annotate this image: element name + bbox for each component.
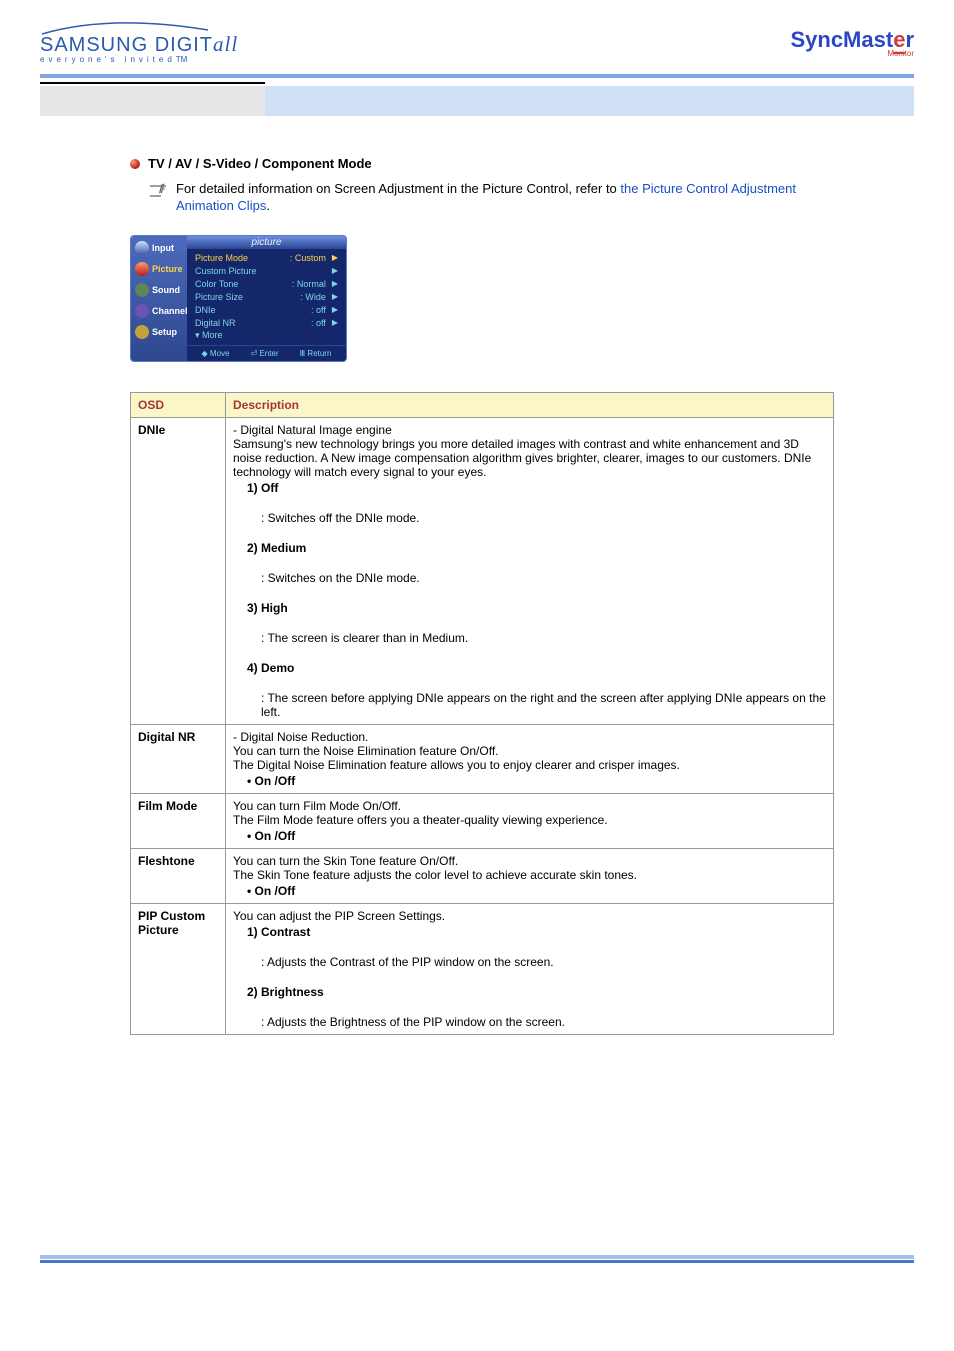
section-title: TV / AV / S-Video / Component Mode — [148, 156, 372, 171]
cell-desc: You can turn the Skin Tone feature On/Of… — [226, 848, 834, 903]
cell-osd: Digital NR — [131, 724, 226, 793]
osd-side-nav: Input Picture Sound Channel Setup — [131, 236, 187, 361]
brand-logo-right: SyncMaster Monitor — [790, 27, 914, 58]
cell-osd: Fleshtone — [131, 848, 226, 903]
osd-title: picture — [187, 236, 346, 249]
osd-item: ▾ More — [193, 330, 340, 342]
th-osd: OSD — [131, 392, 226, 417]
osd-main: picture Picture Mode: Custom▶Custom Pict… — [187, 236, 346, 361]
osd-foot-move: ◆ Move — [202, 349, 230, 358]
table-row: DNIe- Digital Natural Image engineSamsun… — [131, 417, 834, 724]
osd-foot-return: Ⅲ Return — [300, 349, 332, 358]
table-row: PIP Custom PictureYou can adjust the PIP… — [131, 903, 834, 1034]
osd-item: Custom Picture▶ — [193, 265, 340, 277]
osd-item: Picture Mode: Custom▶ — [193, 252, 340, 264]
footer-divider — [40, 1255, 914, 1263]
cell-desc: - Digital Noise Reduction.You can turn t… — [226, 724, 834, 793]
cell-desc: - Digital Natural Image engineSamsung's … — [226, 417, 834, 724]
section-title-row: TV / AV / S-Video / Component Mode — [130, 156, 834, 171]
table-head-row: OSD Description — [131, 392, 834, 417]
header: SAMSUNG DIGITall everyone's invitedTM Sy… — [0, 0, 954, 74]
brand-swoosh-icon — [40, 20, 210, 36]
brand-logo-left: SAMSUNG DIGITall everyone's invitedTM — [40, 20, 238, 64]
osd-item: DNIe: off▶ — [193, 304, 340, 316]
osd-nav-setup: Setup — [133, 324, 185, 340]
osd-nav-sound: Sound — [133, 282, 185, 298]
subhead-bar — [40, 86, 914, 116]
subhead-blue — [265, 86, 914, 116]
osd-footer: ◆ Move ⏎ Enter Ⅲ Return — [187, 345, 346, 361]
info-text: For detailed information on Screen Adjus… — [176, 181, 834, 215]
osd-item: Digital NR: off▶ — [193, 317, 340, 329]
osd-item: Picture Size: Wide▶ — [193, 291, 340, 303]
osd-foot-enter: ⏎ Enter — [251, 349, 279, 358]
subhead-grey — [40, 86, 265, 116]
header-divider — [40, 74, 914, 78]
bullet-icon — [130, 159, 140, 169]
osd-screenshot: Input Picture Sound Channel Setup pictur… — [130, 235, 347, 362]
osd-nav-channel: Channel — [133, 303, 185, 319]
page: SAMSUNG DIGITall everyone's invitedTM Sy… — [0, 0, 954, 1263]
cell-desc: You can turn Film Mode On/Off.The Film M… — [226, 793, 834, 848]
th-desc: Description — [226, 392, 834, 417]
osd-nav-input: Input — [133, 240, 185, 256]
cell-osd: DNIe — [131, 417, 226, 724]
description-table: OSD Description DNIe- Digital Natural Im… — [130, 392, 834, 1035]
cell-osd: Film Mode — [131, 793, 226, 848]
table-row: Digital NR- Digital Noise Reduction.You … — [131, 724, 834, 793]
osd-nav-picture: Picture — [133, 261, 185, 277]
header-underline — [40, 82, 265, 84]
table-row: Film ModeYou can turn Film Mode On/Off.T… — [131, 793, 834, 848]
note-icon — [148, 181, 168, 215]
content: TV / AV / S-Video / Component Mode For d… — [0, 116, 954, 1075]
cell-desc: You can adjust the PIP Screen Settings.1… — [226, 903, 834, 1034]
osd-list: Picture Mode: Custom▶Custom Picture▶Colo… — [187, 249, 346, 345]
info-row: For detailed information on Screen Adjus… — [148, 181, 834, 215]
cell-osd: PIP Custom Picture — [131, 903, 226, 1034]
osd-item: Color Tone: Normal▶ — [193, 278, 340, 290]
table-row: FleshtoneYou can turn the Skin Tone feat… — [131, 848, 834, 903]
